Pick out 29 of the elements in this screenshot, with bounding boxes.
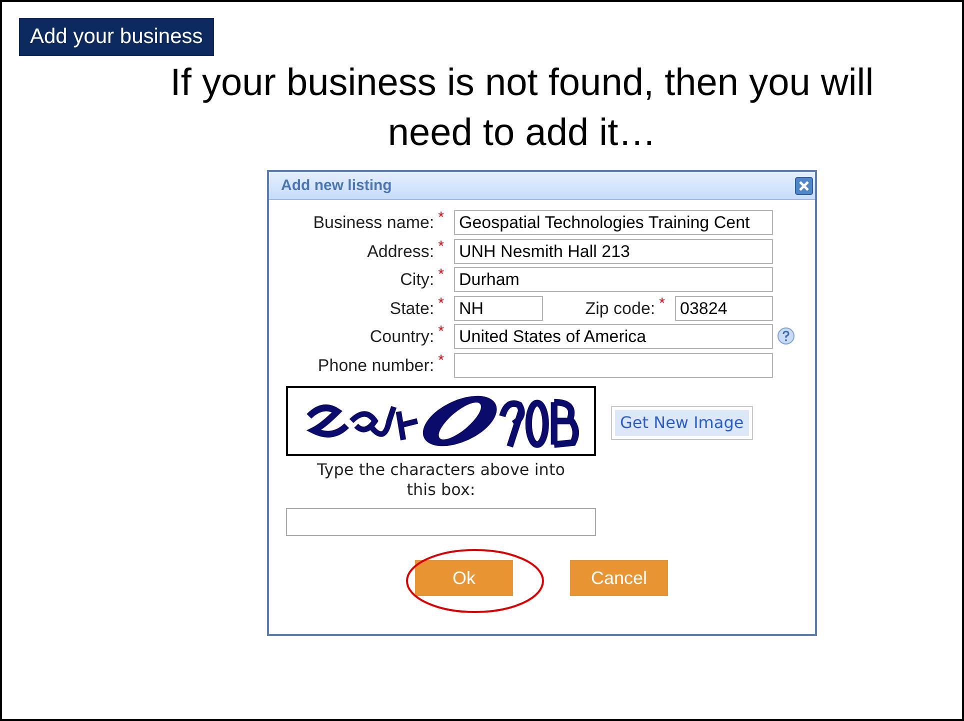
required-asterisk: * [438, 267, 444, 282]
field-label: City: [400, 269, 434, 292]
text-field[interactable]: Durham [454, 267, 773, 292]
close-icon[interactable] [795, 176, 813, 195]
text-field[interactable]: NH [454, 296, 543, 321]
help-icon[interactable] [777, 327, 795, 346]
field-label: Address: [367, 240, 434, 263]
slide-heading: If your business is not found, then you will need to add it… [169, 61, 875, 156]
text-field[interactable]: UNH Nesmith Hall 213 [454, 238, 773, 264]
dialog-title: Add new listing [281, 176, 392, 196]
required-asterisk: * [438, 296, 444, 311]
required-asterisk: * [438, 324, 444, 340]
field-label: Phone number: [318, 354, 434, 377]
captcha-input-field[interactable] [286, 508, 596, 536]
slide-tag: Add your business [19, 18, 214, 56]
field-label: Business name: [313, 212, 434, 234]
required-asterisk: * [438, 238, 444, 254]
text-field[interactable] [454, 352, 773, 378]
get-new-image-button[interactable]: Get New Image [611, 406, 753, 440]
field-label: Country: [370, 326, 434, 348]
text-field[interactable]: 03824 [675, 296, 773, 321]
required-asterisk: * [438, 352, 444, 368]
required-asterisk: * [438, 210, 444, 226]
field-label: State: [390, 298, 434, 320]
required-asterisk: * [659, 296, 665, 311]
captcha-instruction: Type the characters above into this box: [316, 460, 566, 500]
text-field[interactable]: Geospatial Technologies Training Cent [454, 210, 773, 236]
text-field[interactable]: United States of America [454, 324, 773, 350]
field-label: Zip code: [585, 298, 656, 320]
